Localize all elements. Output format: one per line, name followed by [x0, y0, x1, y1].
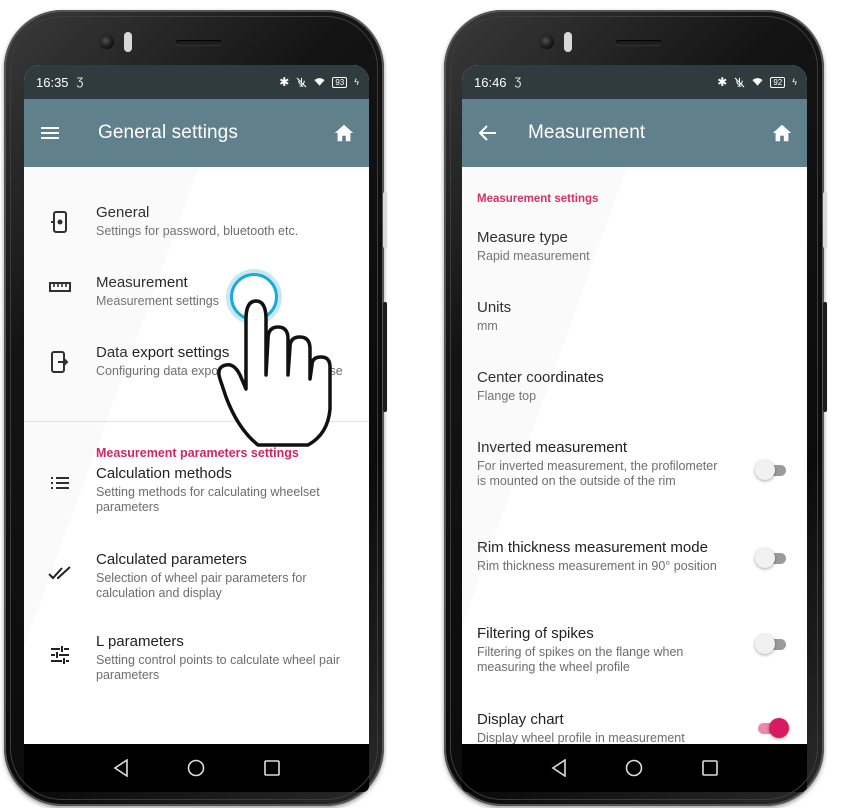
bluetooth-icon: ✱ [717, 75, 728, 89]
right-phone-frame: 16:46 Ʒ ✱ 92 ϟ Measurement Measurement s… [444, 10, 827, 806]
phone-settings-icon [24, 203, 96, 233]
right-screen: 16:46 Ʒ ✱ 92 ϟ Measurement Measurement s… [462, 65, 807, 744]
earpiece [176, 40, 222, 45]
setting-title: Center coordinates [477, 369, 604, 386]
power-button [823, 302, 827, 412]
android-nav-bar [462, 744, 807, 792]
back-arrow-icon[interactable] [476, 125, 500, 141]
setting-title: Filtering of spikes [477, 625, 594, 642]
app-bar: Measurement [462, 99, 807, 167]
status-bar: 16:46 Ʒ ✱ 92 ϟ [462, 65, 807, 99]
back-icon[interactable] [551, 759, 567, 777]
page-title: Measurement [528, 122, 646, 143]
mute-icon [296, 77, 307, 87]
mute-icon [734, 77, 745, 87]
status-time: 16:46 [474, 74, 507, 90]
recents-icon[interactable] [264, 760, 280, 776]
home-icon[interactable] [333, 122, 355, 144]
settings-item-general[interactable]: General Settings for password, bluetooth… [24, 203, 369, 273]
setting-title: Inverted measurement [477, 439, 628, 456]
setting-title: Units [477, 299, 512, 316]
inverted-measurement-toggle[interactable] [755, 460, 789, 480]
item-subtitle: Settings for password, bluetooth etc. [96, 224, 299, 238]
front-camera [100, 35, 114, 49]
left-screen: 16:35 Ʒ ✱ 93 ϟ General settings General … [24, 65, 369, 744]
power-button [383, 302, 387, 412]
menu-icon[interactable] [38, 126, 62, 140]
measurement-settings-list: Measurement settings Measure type Rapid … [462, 167, 807, 744]
wifi-icon [314, 78, 325, 86]
page-title: General settings [98, 122, 238, 143]
ruler-icon [24, 273, 96, 293]
setting-value: Rapid measurement [477, 249, 590, 263]
phone-export-icon [24, 343, 96, 373]
home-icon[interactable] [771, 122, 793, 144]
wifi-icon [752, 78, 763, 86]
item-title: Calculation methods [96, 465, 232, 482]
battery-icon: 92 [770, 76, 786, 88]
back-icon[interactable] [113, 759, 129, 777]
setting-inverted-measurement[interactable]: Inverted measurement For inverted measur… [477, 438, 807, 538]
setting-center-coordinates[interactable]: Center coordinates Flange top [477, 368, 807, 438]
charging-icon: ϟ [354, 77, 359, 87]
side-button [383, 192, 387, 248]
param-item-calculated-parameters[interactable]: Calculated parameters Selection of wheel… [24, 550, 369, 632]
hand-pointer-icon [217, 299, 332, 447]
front-camera [540, 35, 554, 49]
battery-icon: 93 [332, 76, 348, 88]
setting-display-chart[interactable]: Display chart Display wheel profile in m… [477, 710, 807, 744]
setting-measure-type[interactable]: Measure type Rapid measurement [477, 228, 807, 298]
sim-icon: Ʒ [76, 76, 84, 88]
setting-rim-thickness-mode[interactable]: Rim thickness measurement mode Rim thick… [477, 538, 807, 624]
item-title: General [96, 204, 150, 221]
rim-thickness-mode-toggle[interactable] [755, 548, 789, 568]
item-subtitle: Selection of wheel pair parameters for c… [96, 571, 307, 600]
filtering-of-spikes-toggle[interactable] [755, 634, 789, 654]
item-title: L parameters [96, 633, 184, 650]
setting-title: Rim thickness measurement mode [477, 539, 708, 556]
setting-units[interactable]: Units mm [477, 298, 807, 368]
recents-icon[interactable] [702, 760, 718, 776]
setting-title: Display chart [477, 711, 564, 728]
setting-description: For inverted measurement, the profilomet… [477, 459, 718, 488]
setting-value: Flange top [477, 389, 537, 403]
tune-icon [24, 632, 96, 664]
param-item-calculation-methods[interactable]: Calculation methods Setting methods for … [24, 464, 369, 550]
list-icon [24, 464, 96, 490]
home-nav-icon[interactable] [187, 759, 205, 777]
section-header: Measurement settings [477, 193, 599, 205]
proximity-sensor [124, 32, 132, 52]
item-title: Calculated parameters [96, 551, 247, 568]
setting-description: Rim thickness measurement in 90° positio… [477, 559, 717, 573]
sim-icon: Ʒ [514, 76, 522, 88]
side-button [823, 192, 827, 248]
param-item-l-parameters[interactable]: L parameters Setting control points to c… [24, 632, 369, 714]
bluetooth-icon: ✱ [279, 75, 290, 89]
home-nav-icon[interactable] [625, 759, 643, 777]
status-bar: 16:35 Ʒ ✱ 93 ϟ [24, 65, 369, 99]
charging-icon: ϟ [792, 77, 797, 87]
app-bar: General settings [24, 99, 369, 167]
setting-title: Measure type [477, 229, 568, 246]
setting-filtering-of-spikes[interactable]: Filtering of spikes Filtering of spikes … [477, 624, 807, 710]
display-chart-toggle[interactable] [755, 718, 789, 738]
item-subtitle: Setting methods for calculating wheelset… [96, 485, 320, 514]
setting-description: Filtering of spikes on the flange when m… [477, 645, 684, 674]
left-phone-frame: 16:35 Ʒ ✱ 93 ϟ General settings General … [4, 10, 387, 806]
item-subtitle: Setting control points to calculate whee… [96, 653, 340, 682]
setting-description: Display wheel profile in measurement [477, 731, 685, 744]
earpiece [616, 40, 662, 45]
double-check-icon [24, 550, 96, 580]
android-nav-bar [24, 744, 369, 792]
proximity-sensor [564, 32, 572, 52]
status-time: 16:35 [36, 74, 69, 90]
setting-value: mm [477, 319, 498, 333]
